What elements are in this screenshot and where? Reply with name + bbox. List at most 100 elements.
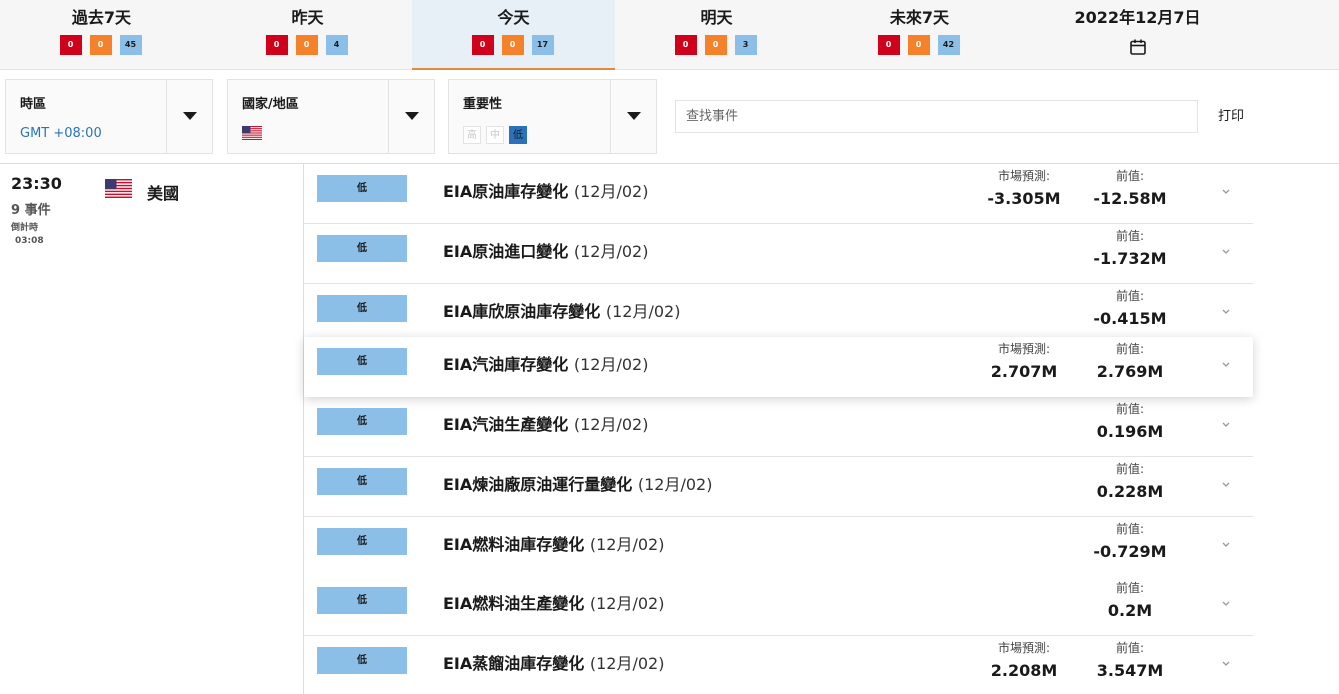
timezone-dropdown-toggle[interactable] <box>166 80 212 153</box>
forecast-label: 市場預測: <box>997 169 1051 183</box>
previous-label: 前值: <box>1115 229 1145 243</box>
importance-high-toggle[interactable]: 高 <box>463 126 481 144</box>
tab-next-7-days[interactable]: 未來7天 0 0 42 <box>818 0 1021 70</box>
chevron-down-icon[interactable] <box>1217 654 1235 672</box>
event-period: (12月/02) <box>605 302 681 321</box>
event-name: EIA燃料油生產變化 <box>443 594 585 613</box>
chevron-down-icon[interactable] <box>1217 242 1235 260</box>
tab-tomorrow[interactable]: 明天 0 0 3 <box>615 0 818 70</box>
event-row[interactable]: 低 EIA汽油生產變化 (12月/02) 前值: 0.196M <box>304 397 1253 457</box>
event-title: EIA汽油生產變化 (12月/02) <box>443 411 648 435</box>
medium-count-badge: 0 <box>295 35 318 55</box>
chevron-down-icon[interactable] <box>1217 415 1235 433</box>
high-count-badge: 0 <box>265 35 288 55</box>
group-event-count: 9 事件 <box>11 203 51 218</box>
previous-value: 0.2M <box>1107 601 1153 620</box>
event-row-highlighted[interactable]: 低 EIA汽油庫存變化 (12月/02) 市場預測: 2.707M 前值: 2.… <box>304 337 1253 397</box>
event-counts: 0 0 17 <box>471 35 556 55</box>
event-period: (12月/02) <box>589 594 665 613</box>
event-counts: 0 0 3 <box>674 35 759 55</box>
tab-label: 今天 <box>497 8 530 27</box>
timezone-label: 時區 <box>20 97 47 112</box>
forecast-value: -3.305M <box>987 189 1061 208</box>
us-flag-icon <box>242 126 262 140</box>
countdown-label: 倒計時 <box>11 223 39 233</box>
event-row[interactable]: 低 EIA蒸餾油庫存變化 (12月/02) 市場預測: 2.208M 前值: 3… <box>304 636 1253 694</box>
tab-label: 未來7天 <box>889 8 950 27</box>
importance-filter[interactable]: 重要性 高 中 低 <box>448 79 657 154</box>
chevron-down-icon[interactable] <box>1217 475 1235 493</box>
event-period: (12月/02) <box>573 415 649 434</box>
previous-value: -0.415M <box>1093 309 1167 328</box>
country-dropdown-toggle[interactable] <box>388 80 434 153</box>
importance-badge: 低 <box>317 528 407 555</box>
us-flag-icon <box>105 179 132 198</box>
event-row[interactable]: 低 EIA煉油廠原油運行量變化 (12月/02) 前值: 0.228M <box>304 457 1253 517</box>
chevron-down-icon[interactable] <box>1217 302 1235 320</box>
tab-past-7-days[interactable]: 過去7天 0 0 45 <box>0 0 203 70</box>
chevron-down-icon[interactable] <box>1217 535 1235 553</box>
importance-dropdown-toggle[interactable] <box>610 80 656 153</box>
chevron-down-icon[interactable] <box>1217 182 1235 200</box>
timezone-filter-content: 時區 GMT +08:00 <box>6 80 116 153</box>
event-row[interactable]: 低 EIA庫欣原油庫存變化 (12月/02) 前值: -0.415M <box>304 284 1253 344</box>
event-period: (12月/02) <box>589 535 665 554</box>
event-title: EIA庫欣原油庫存變化 (12月/02) <box>443 298 680 322</box>
high-count-badge: 0 <box>471 35 494 55</box>
chevron-down-icon[interactable] <box>1217 355 1235 373</box>
previous-value: -12.58M <box>1093 189 1167 208</box>
previous-label: 前值: <box>1115 581 1145 595</box>
event-row[interactable]: 低 EIA燃料油庫存變化 (12月/02) 前值: -0.729M <box>304 517 1253 577</box>
tab-yesterday[interactable]: 昨天 0 0 4 <box>206 0 409 70</box>
country-label: 國家/地區 <box>242 97 299 112</box>
country-filter[interactable]: 國家/地區 <box>227 79 435 154</box>
event-row[interactable]: 低 EIA原油進口變化 (12月/02) 前值: -1.732M <box>304 224 1253 284</box>
event-counts: 0 0 45 <box>59 35 144 55</box>
event-name: EIA原油庫存變化 <box>443 182 569 201</box>
event-row[interactable]: 低 EIA燃料油生產變化 (12月/02) 前值: 0.2M <box>304 576 1253 636</box>
medium-count-badge: 0 <box>501 35 524 55</box>
importance-badge: 低 <box>317 468 407 495</box>
chevron-down-icon[interactable] <box>1217 594 1235 612</box>
importance-badge: 低 <box>317 235 407 262</box>
tab-label: 明天 <box>700 8 733 27</box>
forecast-label: 市場預測: <box>997 641 1051 655</box>
previous-value: -0.729M <box>1093 542 1167 561</box>
event-row[interactable]: 低 EIA原油庫存變化 (12月/02) 市場預測: -3.305M 前值: -… <box>304 164 1253 224</box>
previous-value: -1.732M <box>1093 249 1167 268</box>
event-title: EIA汽油庫存變化 (12月/02) <box>443 351 648 375</box>
importance-low-toggle[interactable]: 低 <box>509 126 527 144</box>
tab-date-picker[interactable]: 2022年12月7日 <box>1036 0 1239 70</box>
tab-label: 過去7天 <box>71 8 132 27</box>
medium-count-badge: 0 <box>907 35 930 55</box>
event-title: EIA蒸餾油庫存變化 (12月/02) <box>443 650 664 674</box>
event-name: EIA汽油庫存變化 <box>443 355 569 374</box>
tab-today[interactable]: 今天 0 0 17 <box>412 0 615 70</box>
event-name: EIA蒸餾油庫存變化 <box>443 654 585 673</box>
low-count-badge: 42 <box>937 35 960 55</box>
date-tabs: 過去7天 0 0 45 昨天 0 0 4 今天 0 0 17 明天 0 0 3 … <box>0 0 1339 70</box>
medium-count-badge: 0 <box>89 35 112 55</box>
timezone-filter[interactable]: 時區 GMT +08:00 <box>5 79 213 154</box>
forecast-value: 2.208M <box>990 661 1058 680</box>
event-counts: 0 0 4 <box>265 35 350 55</box>
event-period: (12月/02) <box>573 355 649 374</box>
event-period: (12月/02) <box>573 182 649 201</box>
previous-label: 前值: <box>1115 641 1145 655</box>
importance-filter-content: 重要性 <box>449 80 516 153</box>
importance-medium-toggle[interactable]: 中 <box>486 126 504 144</box>
event-search-input[interactable] <box>675 100 1198 133</box>
high-count-badge: 0 <box>674 35 697 55</box>
event-period: (12月/02) <box>573 242 649 261</box>
timezone-value: GMT +08:00 <box>20 126 102 141</box>
event-name: EIA庫欣原油庫存變化 <box>443 302 601 321</box>
previous-label: 前值: <box>1115 402 1145 416</box>
low-count-badge: 3 <box>734 35 757 55</box>
previous-label: 前值: <box>1115 342 1145 356</box>
low-count-badge: 4 <box>325 35 348 55</box>
tab-label: 昨天 <box>291 8 324 27</box>
print-button[interactable]: 打印 <box>1206 100 1256 133</box>
event-name: EIA燃料油庫存變化 <box>443 535 585 554</box>
calendar-icon[interactable] <box>1129 38 1147 56</box>
previous-value: 3.547M <box>1096 661 1164 680</box>
